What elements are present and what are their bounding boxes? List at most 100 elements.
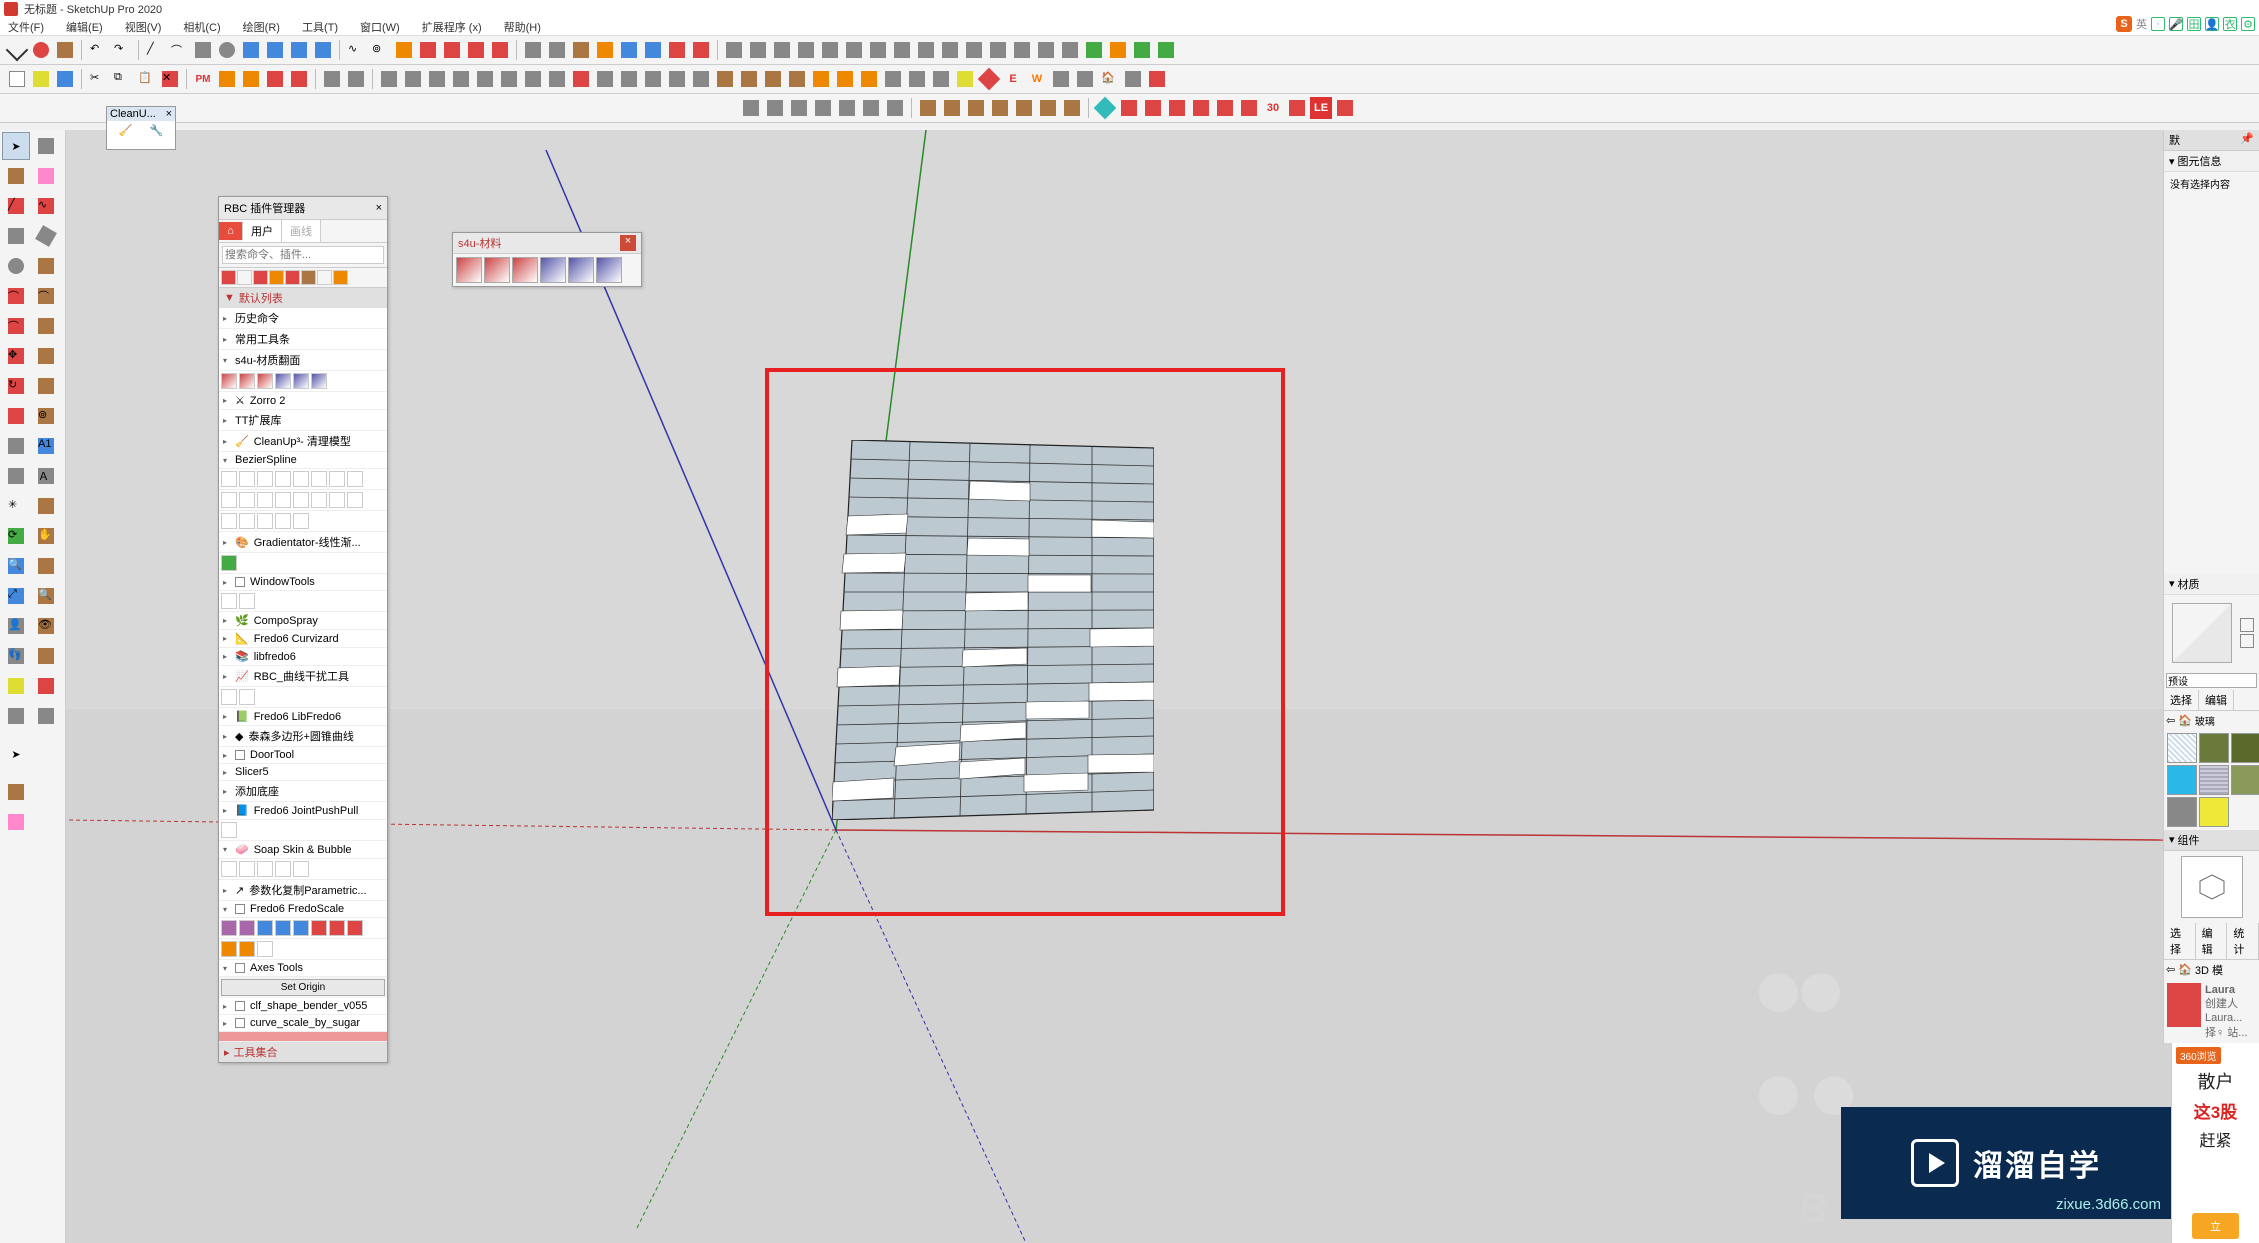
offset-icon[interactable]: ⊚ bbox=[32, 402, 60, 430]
tool-icon[interactable] bbox=[1286, 97, 1308, 119]
tool-icon[interactable] bbox=[1011, 39, 1033, 61]
bezier-icon[interactable] bbox=[329, 492, 345, 508]
tool-icon[interactable] bbox=[2, 672, 30, 700]
tool-icon[interactable] bbox=[939, 39, 961, 61]
bezier-icon[interactable] bbox=[257, 471, 273, 487]
delete-icon[interactable]: ✕ bbox=[159, 68, 181, 90]
gem-icon[interactable] bbox=[1094, 97, 1116, 119]
wrench-icon[interactable]: 🔧 bbox=[150, 124, 164, 137]
rbc-item-history[interactable]: ▸历史命令 bbox=[219, 308, 387, 329]
tool-icon[interactable] bbox=[32, 672, 60, 700]
protractor-icon[interactable] bbox=[2, 462, 30, 490]
component-icon[interactable] bbox=[32, 132, 60, 160]
close-icon[interactable]: × bbox=[376, 202, 382, 214]
material-name-input[interactable] bbox=[2166, 673, 2257, 688]
tool-icon[interactable] bbox=[1037, 97, 1059, 119]
curve-icon[interactable] bbox=[221, 689, 237, 705]
arc-tool-icon[interactable]: ⌒ bbox=[168, 39, 190, 61]
redo-icon[interactable]: ↷ bbox=[111, 39, 133, 61]
tool-icon[interactable] bbox=[812, 97, 834, 119]
top-view-icon[interactable] bbox=[264, 39, 286, 61]
tool-icon[interactable] bbox=[618, 68, 640, 90]
move-icon[interactable]: ✥ bbox=[2, 342, 30, 370]
material-icon[interactable] bbox=[275, 373, 291, 389]
rbc-tab-draw[interactable]: 画线 bbox=[282, 220, 321, 242]
tool-icon[interactable] bbox=[882, 68, 904, 90]
material-swatch[interactable] bbox=[2199, 733, 2229, 763]
tool-icon[interactable] bbox=[690, 39, 712, 61]
soap-icon[interactable] bbox=[293, 861, 309, 877]
material-icon[interactable] bbox=[311, 373, 327, 389]
ime-settings-icon[interactable]: ⚙ bbox=[2241, 17, 2255, 31]
bezier-icon[interactable] bbox=[257, 513, 273, 529]
number-icon[interactable]: 30 bbox=[1262, 97, 1284, 119]
mat-category[interactable]: 玻璃 bbox=[2195, 713, 2215, 728]
mat-tab-edit[interactable]: 编辑 bbox=[2199, 690, 2234, 710]
bezier-icon[interactable] bbox=[311, 492, 327, 508]
rotated-rect-icon[interactable] bbox=[32, 222, 60, 250]
ad-button[interactable]: 立 bbox=[2192, 1213, 2239, 1239]
rotate-icon[interactable]: ↻ bbox=[2, 372, 30, 400]
move-icon[interactable] bbox=[417, 39, 439, 61]
tool-icon[interactable] bbox=[642, 68, 664, 90]
prev-view-icon[interactable]: 🔍 bbox=[32, 582, 60, 610]
e-icon[interactable]: E bbox=[1002, 68, 1024, 90]
menu-view[interactable]: 视图(V) bbox=[121, 19, 166, 35]
tool-icon[interactable] bbox=[333, 270, 348, 285]
lasso-tool-icon[interactable] bbox=[30, 39, 52, 61]
bezier-icon[interactable] bbox=[347, 471, 363, 487]
bezier-icon[interactable] bbox=[275, 471, 291, 487]
tool-icon[interactable] bbox=[786, 68, 808, 90]
tool-icon[interactable] bbox=[834, 68, 856, 90]
tool-icon[interactable] bbox=[402, 68, 424, 90]
right-view-icon[interactable] bbox=[312, 39, 334, 61]
ime-punct-icon[interactable]: · bbox=[2151, 17, 2165, 31]
freehand-icon[interactable]: ∿ bbox=[345, 39, 367, 61]
section-icon[interactable] bbox=[32, 642, 60, 670]
rbc-item-slicer[interactable]: ▸Slicer5 bbox=[219, 764, 387, 781]
rbc-item-fredoscale[interactable]: ▾Fredo6 FredoScale bbox=[219, 901, 387, 918]
tool-icon[interactable] bbox=[2, 808, 30, 836]
tool-icon[interactable] bbox=[237, 270, 252, 285]
tool-icon[interactable] bbox=[32, 702, 60, 730]
orbit-icon[interactable]: ⟳ bbox=[2, 522, 30, 550]
bezier-icon[interactable] bbox=[239, 471, 255, 487]
tool-icon[interactable] bbox=[474, 68, 496, 90]
3dtext-icon[interactable] bbox=[32, 492, 60, 520]
pie-icon[interactable] bbox=[32, 312, 60, 340]
tool-icon[interactable] bbox=[285, 270, 300, 285]
menu-edit[interactable]: 编辑(E) bbox=[62, 19, 107, 35]
walk-icon[interactable]: 👣 bbox=[2, 642, 30, 670]
bezier-icon[interactable] bbox=[293, 513, 309, 529]
tool-icon[interactable] bbox=[1122, 68, 1144, 90]
tool-icon[interactable] bbox=[795, 39, 817, 61]
rbc-home-icon[interactable]: ⌂ bbox=[219, 222, 243, 240]
pm-icon[interactable]: PM bbox=[192, 68, 214, 90]
rbc-item-cleanup[interactable]: ▸🧹CleanUp³- 清理模型 bbox=[219, 431, 387, 452]
rbc-item-parametric[interactable]: ▸↗参数化复制Parametric... bbox=[219, 880, 387, 901]
iso-view-icon[interactable] bbox=[240, 39, 262, 61]
zoom-window-icon[interactable] bbox=[32, 552, 60, 580]
rbc-item-doortool[interactable]: ▸DoorTool bbox=[219, 747, 387, 764]
flag-icon[interactable] bbox=[1146, 68, 1168, 90]
open-file-icon[interactable] bbox=[30, 68, 52, 90]
tool-icon[interactable] bbox=[843, 39, 865, 61]
bezier-icon[interactable] bbox=[293, 471, 309, 487]
tool-icon[interactable] bbox=[618, 39, 640, 61]
tool-icon[interactable] bbox=[810, 68, 832, 90]
tool-icon[interactable] bbox=[963, 39, 985, 61]
ime-lang[interactable]: 英 bbox=[2136, 16, 2147, 32]
rbc-set-origin-button[interactable]: Set Origin bbox=[221, 979, 385, 996]
tray-entity-info[interactable]: ▾图元信息 bbox=[2164, 151, 2259, 172]
tool-icon[interactable] bbox=[987, 39, 1009, 61]
rotate-icon[interactable] bbox=[441, 39, 463, 61]
tool-icon[interactable] bbox=[965, 97, 987, 119]
bezier-icon[interactable] bbox=[293, 492, 309, 508]
rbc-item-axes[interactable]: ▾Axes Tools bbox=[219, 960, 387, 977]
play-button[interactable] bbox=[1911, 1139, 1959, 1187]
zoom-icon[interactable]: 🔍 bbox=[2, 552, 30, 580]
rbc-item-zorro[interactable]: ▸⚔Zorro 2 bbox=[219, 392, 387, 410]
fs-icon[interactable] bbox=[221, 920, 237, 936]
undo-icon[interactable]: ↶ bbox=[87, 39, 109, 61]
rbc-item-addbase[interactable]: ▸添加底座 bbox=[219, 781, 387, 802]
